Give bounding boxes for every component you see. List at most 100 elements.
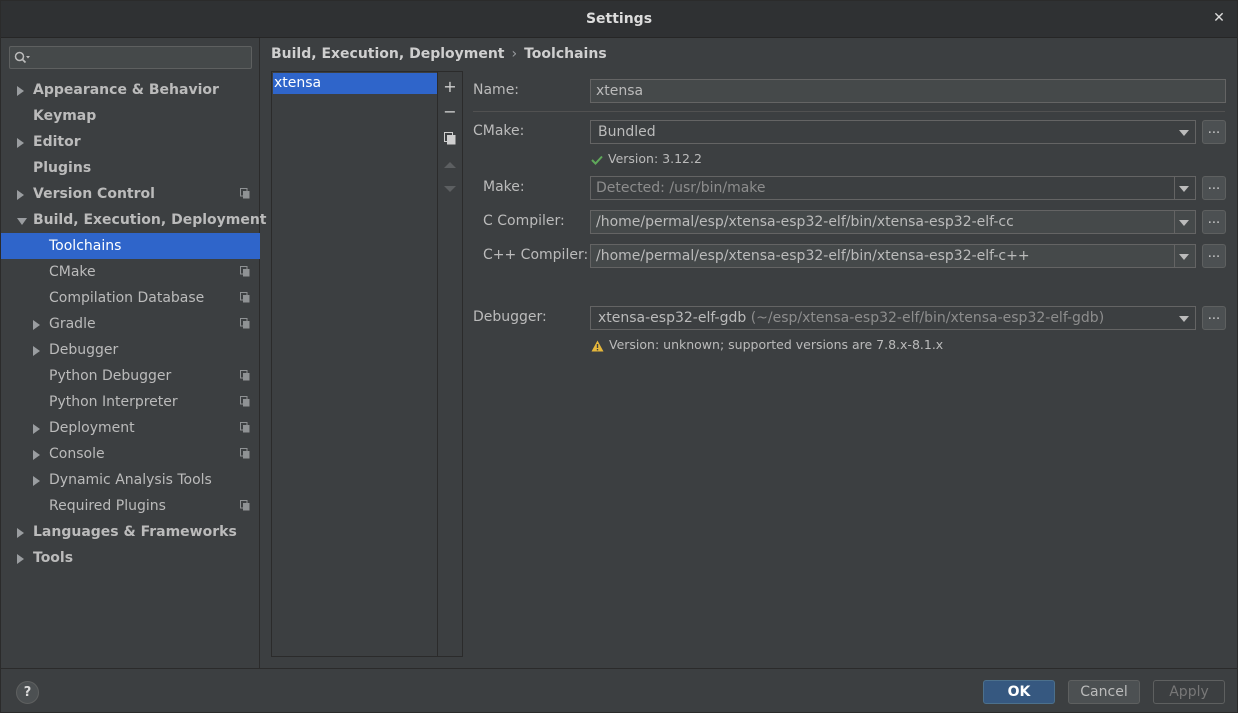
- cmake-version-text: Version: 3.12.2: [608, 151, 702, 166]
- sidebar-item-gradle[interactable]: Gradle: [1, 311, 260, 337]
- cmake-select-value: Bundled: [598, 124, 656, 140]
- sidebar-item-label: Dynamic Analysis Tools: [49, 472, 212, 488]
- debugger-path: (~/esp/xtensa-esp32-elf/bin/xtensa-esp32…: [750, 310, 1105, 326]
- sidebar-item-label: Python Interpreter: [49, 394, 178, 410]
- search-input[interactable]: [9, 46, 252, 69]
- make-combo[interactable]: Detected: /usr/bin/make: [590, 176, 1196, 200]
- chevron-right-icon[interactable]: [17, 138, 24, 148]
- sidebar-item-label: Build, Execution, Deployment: [33, 212, 267, 228]
- sidebar-item-keymap[interactable]: Keymap: [1, 103, 260, 129]
- settings-sidebar: Appearance & Behavior Keymap Editor Plugins…: [1, 38, 267, 668]
- sidebar-item-plugins[interactable]: Plugins: [1, 155, 260, 181]
- help-button[interactable]: ?: [16, 681, 39, 704]
- sidebar-item-label: Toolchains: [49, 238, 122, 254]
- sidebar-item-required-plugins[interactable]: Required Plugins: [1, 493, 260, 519]
- c-compiler-browse-button[interactable]: ...: [1202, 210, 1226, 234]
- chevron-right-icon[interactable]: [33, 320, 40, 330]
- sidebar-item-label: Version Control: [33, 186, 155, 202]
- sidebar-item-console[interactable]: Console: [1, 441, 260, 467]
- sidebar-item-toolchains[interactable]: Toolchains: [1, 233, 260, 259]
- copy-icon[interactable]: [440, 128, 460, 148]
- make-browse-button[interactable]: ...: [1202, 176, 1226, 200]
- cmake-select[interactable]: Bundled: [590, 120, 1196, 144]
- c-compiler-combo[interactable]: /home/permal/esp/xtensa-esp32-elf/bin/xt…: [590, 210, 1196, 234]
- c-compiler-value: /home/permal/esp/xtensa-esp32-elf/bin/xt…: [596, 214, 1014, 230]
- chevron-down-icon: [1179, 254, 1189, 260]
- move-up-icon[interactable]: [440, 154, 460, 174]
- breadcrumb-parent[interactable]: Build, Execution, Deployment: [271, 46, 505, 62]
- dialog-footer: ? OK Cancel Apply: [1, 668, 1237, 712]
- sidebar-item-label: Gradle: [49, 316, 96, 332]
- breadcrumb-separator: ›: [511, 46, 518, 62]
- chevron-down-icon: [1179, 186, 1189, 192]
- chevron-right-icon[interactable]: [17, 190, 24, 200]
- move-down-icon[interactable]: [440, 178, 460, 198]
- toolchain-list-item[interactable]: xtensa: [273, 73, 437, 94]
- cpp-compiler-browse-button[interactable]: ...: [1202, 244, 1226, 268]
- sidebar-item-python-debugger[interactable]: Python Debugger: [1, 363, 260, 389]
- warning-icon: [591, 340, 604, 351]
- title-bar: Settings ✕: [1, 1, 1237, 38]
- cpp-compiler-label: C++ Compiler:: [483, 247, 589, 263]
- name-label: Name:: [473, 82, 520, 98]
- close-icon[interactable]: ✕: [1211, 10, 1227, 26]
- project-scope-icon: [240, 318, 250, 329]
- cmake-version-status: Version: 3.12.2: [591, 151, 702, 166]
- debugger-name: xtensa-esp32-elf-gdb: [598, 310, 747, 326]
- chevron-down-icon[interactable]: [17, 218, 27, 225]
- sidebar-item-debugger[interactable]: Debugger: [1, 337, 260, 363]
- sidebar-item-cmake[interactable]: CMake: [1, 259, 260, 285]
- sidebar-item-tools[interactable]: Tools: [1, 545, 260, 571]
- toolchain-list: xtensa: [272, 72, 438, 656]
- debugger-version-status: Version: unknown; supported versions are…: [591, 337, 943, 352]
- dialog-title: Settings: [585, 11, 653, 27]
- sidebar-item-python-interpreter[interactable]: Python Interpreter: [1, 389, 260, 415]
- debugger-select-value: xtensa-esp32-elf-gdb (~/esp/xtensa-esp32…: [598, 307, 1104, 329]
- sidebar-item-version-control[interactable]: Version Control: [1, 181, 260, 207]
- chevron-right-icon[interactable]: [17, 86, 24, 96]
- sidebar-item-editor[interactable]: Editor: [1, 129, 260, 155]
- sidebar-item-deployment[interactable]: Deployment: [1, 415, 260, 441]
- combo-separator: [1174, 177, 1175, 199]
- apply-button[interactable]: Apply: [1153, 680, 1225, 704]
- sidebar-item-languages-frameworks[interactable]: Languages & Frameworks: [1, 519, 260, 545]
- sidebar-item-appearance-behavior[interactable]: Appearance & Behavior: [1, 77, 260, 103]
- sidebar-item-dynamic-analysis-tools[interactable]: Dynamic Analysis Tools: [1, 467, 260, 493]
- name-field[interactable]: xtensa: [590, 79, 1226, 103]
- debugger-select[interactable]: xtensa-esp32-elf-gdb (~/esp/xtensa-esp32…: [590, 306, 1196, 330]
- project-scope-icon: [240, 500, 250, 511]
- debugger-browse-button[interactable]: ...: [1202, 306, 1226, 330]
- divider: [473, 111, 1225, 112]
- cmake-browse-button[interactable]: ...: [1202, 120, 1226, 144]
- breadcrumb: Build, Execution, Deployment › Toolchains: [271, 46, 607, 62]
- sidebar-item-label: Required Plugins: [49, 498, 166, 514]
- remove-icon[interactable]: −: [440, 102, 460, 122]
- chevron-right-icon[interactable]: [33, 424, 40, 434]
- settings-tree: Appearance & Behavior Keymap Editor Plugins…: [1, 77, 267, 571]
- sidebar-item-label: Deployment: [49, 420, 135, 436]
- make-label: Make:: [483, 179, 525, 195]
- sidebar-item-label: Languages & Frameworks: [33, 524, 237, 540]
- chevron-right-icon[interactable]: [33, 450, 40, 460]
- chevron-right-icon[interactable]: [33, 346, 40, 356]
- cancel-button[interactable]: Cancel: [1068, 680, 1140, 704]
- search-icon: [14, 51, 30, 64]
- sidebar-item-label: Plugins: [33, 160, 92, 176]
- make-combo-value: Detected: /usr/bin/make: [596, 180, 766, 196]
- sidebar-item-label: Compilation Database: [49, 290, 205, 306]
- sidebar-item-build-execution-deployment[interactable]: Build, Execution, Deployment: [1, 207, 267, 233]
- add-icon[interactable]: +: [440, 77, 460, 97]
- cpp-compiler-combo[interactable]: /home/permal/esp/xtensa-esp32-elf/bin/xt…: [590, 244, 1196, 268]
- breadcrumb-current: Toolchains: [524, 46, 607, 62]
- chevron-right-icon[interactable]: [33, 476, 40, 486]
- debugger-label: Debugger:: [473, 309, 547, 325]
- chevron-right-icon[interactable]: [17, 554, 24, 564]
- chevron-down-icon: [1179, 130, 1189, 136]
- project-scope-icon: [240, 396, 250, 407]
- chevron-right-icon[interactable]: [17, 528, 24, 538]
- project-scope-icon: [240, 292, 250, 303]
- sidebar-item-label: Editor: [33, 134, 81, 150]
- sidebar-item-compilation-database[interactable]: Compilation Database: [1, 285, 260, 311]
- project-scope-icon: [240, 422, 250, 433]
- ok-button[interactable]: OK: [983, 680, 1055, 704]
